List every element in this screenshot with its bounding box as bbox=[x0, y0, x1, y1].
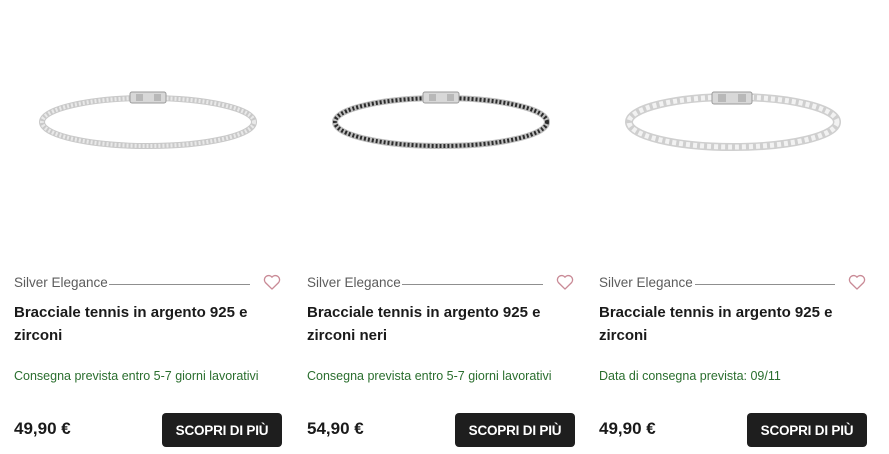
product-image[interactable] bbox=[307, 0, 575, 250]
product-card[interactable]: Silver Elegance Bracciale tennis in arge… bbox=[14, 0, 282, 454]
product-price: 49,90 € bbox=[599, 419, 656, 438]
product-image[interactable] bbox=[599, 0, 867, 250]
product-card[interactable]: Silver Elegance Bracciale tennis in arge… bbox=[307, 0, 575, 454]
brand-divider bbox=[109, 284, 250, 285]
delivery-info: Consegna prevista entro 5-7 giorni lavor… bbox=[14, 369, 259, 383]
brand-name: Silver Elegance bbox=[14, 275, 108, 290]
product-image[interactable] bbox=[14, 0, 282, 250]
heart-icon[interactable] bbox=[847, 272, 867, 292]
product-price: 49,90 € bbox=[14, 419, 71, 438]
delivery-info: Consegna prevista entro 5-7 giorni lavor… bbox=[307, 369, 552, 383]
product-title[interactable]: Bracciale tennis in argento 925 e zircon… bbox=[14, 302, 264, 347]
discover-more-button[interactable]: SCOPRI DI PIÙ bbox=[747, 413, 867, 447]
product-price: 54,90 € bbox=[307, 419, 364, 438]
brand-name: Silver Elegance bbox=[307, 275, 401, 290]
product-title[interactable]: Bracciale tennis in argento 925 e zircon… bbox=[307, 302, 557, 347]
heart-icon[interactable] bbox=[555, 272, 575, 292]
discover-more-button[interactable]: SCOPRI DI PIÙ bbox=[162, 413, 282, 447]
brand-name: Silver Elegance bbox=[599, 275, 693, 290]
discover-more-button[interactable]: SCOPRI DI PIÙ bbox=[455, 413, 575, 447]
delivery-info: Data di consegna prevista: 09/11 bbox=[599, 369, 781, 383]
brand-divider bbox=[402, 284, 543, 285]
product-card[interactable]: Silver Elegance Bracciale tennis in arge… bbox=[599, 0, 867, 454]
heart-icon[interactable] bbox=[262, 272, 282, 292]
product-title[interactable]: Bracciale tennis in argento 925 e zircon… bbox=[599, 302, 849, 347]
brand-divider bbox=[695, 284, 835, 285]
